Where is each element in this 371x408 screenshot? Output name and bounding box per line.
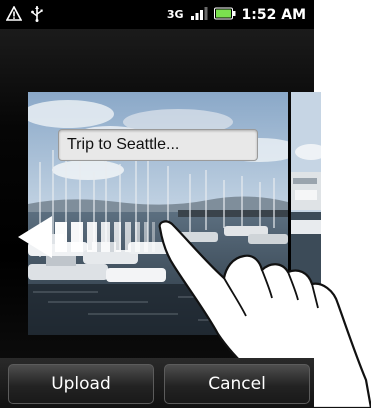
network-type-label: 3G [166,7,184,21]
status-bar: 3G 1:52 AM [0,0,314,29]
photo-caption-input[interactable]: Trip to Seattle... [58,129,258,161]
upload-button[interactable]: Upload [8,364,154,404]
next-photo-preview[interactable] [291,92,321,335]
warning-icon [5,4,23,26]
bottom-action-bar: Upload Cancel [0,358,314,408]
usb-icon [30,5,44,26]
cancel-button[interactable]: Cancel [164,364,310,404]
signal-icon [190,5,208,24]
battery-icon [213,5,236,24]
status-clock: 1:52 AM [241,6,306,23]
